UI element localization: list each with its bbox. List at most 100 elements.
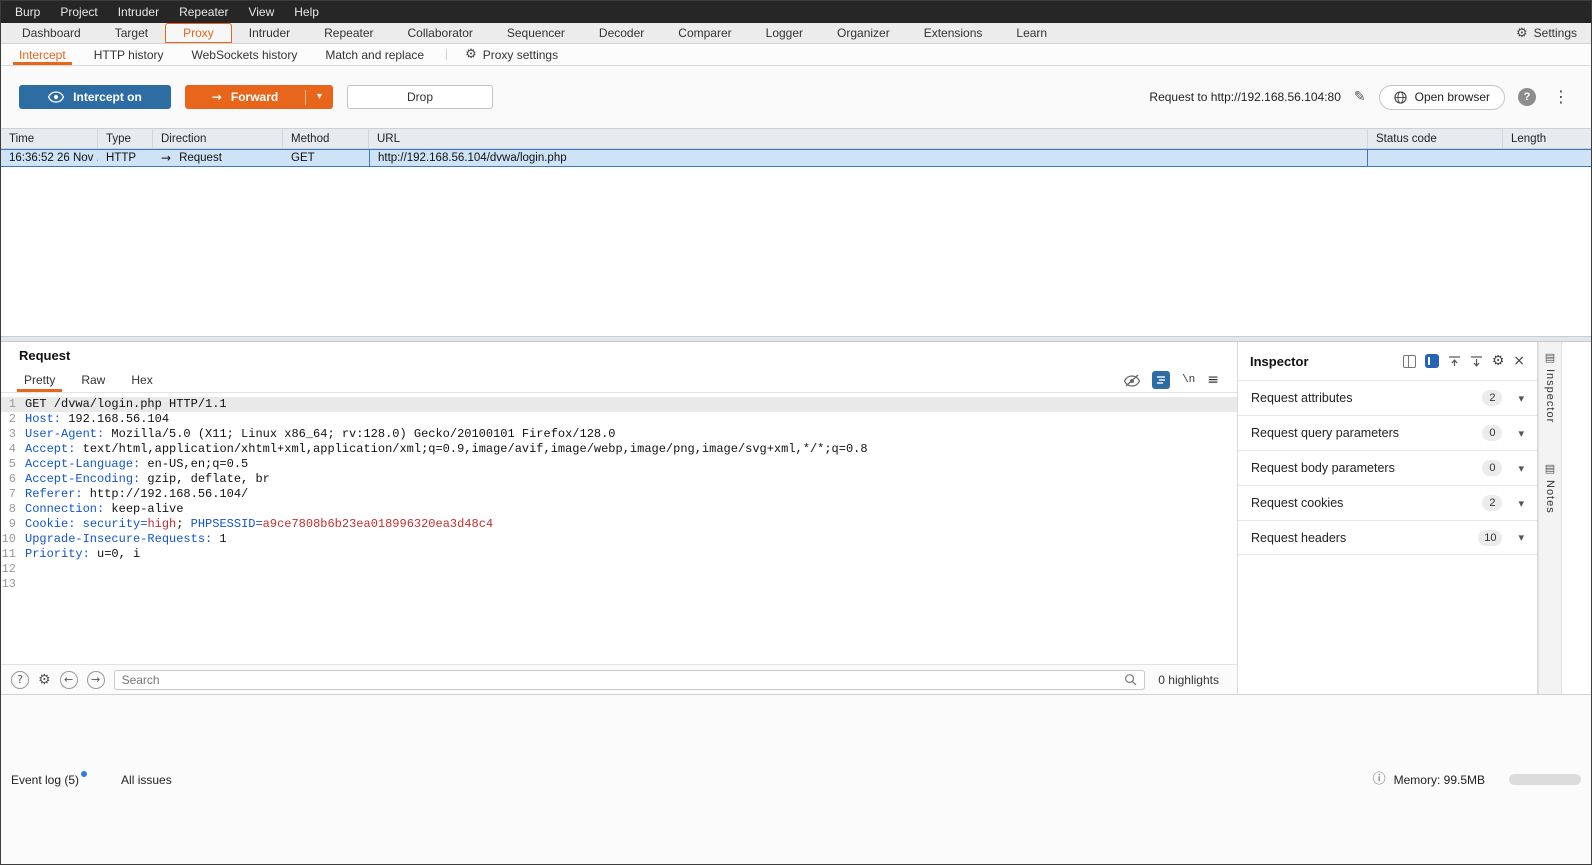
column-header-type[interactable]: Type [98,129,153,148]
tab-collaborator[interactable]: Collaborator [391,23,490,43]
editor-tab-hex[interactable]: Hex [118,368,165,392]
chevron-down-icon: ▾ [1518,428,1524,439]
prev-match-icon[interactable]: ← [60,671,78,689]
inspector-row-request-body-parameters[interactable]: Request body parameters0▾ [1238,450,1537,485]
notification-dot [81,771,87,777]
side-tab-inspector[interactable]: ▤Inspector [1544,352,1556,423]
column-header-method[interactable]: Method [283,129,369,148]
editor-line[interactable]: 4Accept: text/html,application/xhtml+xml… [1,442,1237,457]
editor-tab-raw[interactable]: Raw [68,368,118,392]
forward-button[interactable]: → Forward ▾ [185,85,333,109]
column-header-length[interactable]: Length [1503,129,1591,148]
tab-proxy[interactable]: Proxy [165,23,232,43]
menu-view[interactable]: View [238,1,284,23]
column-header-direction[interactable]: Direction [153,129,283,148]
line-number: 9 [1,517,25,532]
count-badge: 0 [1482,425,1502,441]
line-number: 8 [1,502,25,517]
tab-repeater[interactable]: Repeater [307,23,390,43]
column-header-status-code[interactable]: Status code [1368,129,1503,148]
editor-line[interactable]: 8Connection: keep-alive [1,502,1237,517]
memory-bar [1509,774,1581,785]
editor-line[interactable]: 10Upgrade-Insecure-Requests: 1 [1,532,1237,547]
more-menu-icon[interactable]: ⋮ [1549,89,1573,105]
line-content: Cookie: security=high; PHPSESSID=a9ce780… [25,517,493,532]
count-badge: 2 [1482,495,1502,511]
column-header-time[interactable]: Time [1,129,98,148]
tab-sequencer[interactable]: Sequencer [490,23,582,43]
line-content: Referer: http://192.168.56.104/ [25,487,248,502]
help-icon[interactable]: ? [1518,88,1536,106]
menu-help[interactable]: Help [284,1,329,23]
editor-line[interactable]: 5Accept-Language: en-US,en;q=0.5 [1,457,1237,472]
compact-view-icon[interactable] [1403,355,1416,368]
menu-project[interactable]: Project [50,1,107,23]
inspector-row-request-query-parameters[interactable]: Request query parameters0▾ [1238,415,1537,450]
request-editor[interactable]: 1GET /dvwa/login.php HTTP/1.12Host: 192.… [1,393,1237,664]
editor-line[interactable]: 3User-Agent: Mozilla/5.0 (X11; Linux x86… [1,427,1237,442]
line-content: User-Agent: Mozilla/5.0 (X11; Linux x86_… [25,427,616,442]
tab-target[interactable]: Target [98,23,165,43]
subtab-intercept[interactable]: Intercept [5,44,80,65]
search-input[interactable] [122,673,1125,687]
wrap-lines-icon[interactable]: ≡ [1207,373,1219,387]
eye-off-icon[interactable] [1124,374,1140,387]
editor-line[interactable]: 1GET /dvwa/login.php HTTP/1.1 [1,397,1237,412]
editor-line[interactable]: 2Host: 192.168.56.104 [1,412,1237,427]
line-content: Accept: text/html,application/xhtml+xml,… [25,442,868,457]
tab-learn[interactable]: Learn [999,23,1064,43]
collapse-all-icon[interactable] [1448,355,1461,368]
expand-all-icon[interactable] [1470,355,1483,368]
intercept-toggle-button[interactable]: Intercept on [19,85,171,109]
search-help-icon[interactable]: ? [11,671,29,689]
request-target-label: Request to http://192.168.56.104:80 [1149,90,1340,104]
tab-comparer[interactable]: Comparer [661,23,748,43]
tab-logger[interactable]: Logger [749,23,820,43]
all-issues-button[interactable]: All issues [121,773,172,787]
cell-url[interactable]: http://192.168.56.104/dvwa/login.php [369,149,1368,167]
settings-button[interactable]: ⚙ Settings [1502,23,1591,43]
editor-line[interactable]: 12 [1,562,1237,577]
side-tab-strip: ▤Inspector ▤Notes [1538,342,1562,694]
drop-button[interactable]: Drop [347,85,493,109]
editor-line[interactable]: 7Referer: http://192.168.56.104/ [1,487,1237,502]
tab-dashboard[interactable]: Dashboard [5,23,98,43]
nonprinting-chars-toggle-icon[interactable]: \n [1182,374,1195,386]
direction-label: Request [179,152,222,164]
side-tab-notes[interactable]: ▤Notes [1544,463,1556,514]
editor-line[interactable]: 13 [1,577,1237,592]
expanded-view-icon[interactable] [1425,354,1439,368]
subtab-websockets-history[interactable]: WebSockets history [178,44,312,65]
tab-organizer[interactable]: Organizer [820,23,907,43]
inspector-row-request-cookies[interactable]: Request cookies2▾ [1238,485,1537,520]
chevron-down-icon[interactable]: ▾ [306,92,333,102]
pretty-print-toggle-icon[interactable] [1152,371,1170,389]
line-number: 12 [1,562,25,577]
menu-burp[interactable]: Burp [5,1,50,23]
menu-repeater[interactable]: Repeater [169,1,238,23]
editor-line[interactable]: 11Priority: u=0, i [1,547,1237,562]
editor-line[interactable]: 6Accept-Encoding: gzip, deflate, br [1,472,1237,487]
inspector-close-icon[interactable]: × [1513,354,1525,368]
tab-intruder[interactable]: Intruder [232,23,307,43]
event-log-button[interactable]: Event log (5) [11,773,87,787]
tab-extensions[interactable]: Extensions [907,23,1000,43]
subtab-match-and-replace[interactable]: Match and replace [311,44,438,65]
editor-tab-pretty[interactable]: Pretty [11,368,68,392]
menubar: BurpProjectIntruderRepeaterViewHelp [1,1,1591,23]
gear-icon: ⚙ [465,48,477,61]
tab-decoder[interactable]: Decoder [582,23,661,43]
inspector-settings-icon[interactable]: ⚙ [1492,354,1505,368]
search-settings-icon[interactable]: ⚙ [38,673,51,687]
next-match-icon[interactable]: → [87,671,105,689]
inspector-row-request-attributes[interactable]: Request attributes2▾ [1238,380,1537,415]
table-row[interactable]: 16:36:52 26 Nov ...HTTP→RequestGEThttp:/… [1,149,1591,167]
editor-line[interactable]: 9Cookie: security=high; PHPSESSID=a9ce78… [1,517,1237,532]
open-browser-button[interactable]: Open browser [1379,85,1505,110]
subtab-http-history[interactable]: HTTP history [80,44,178,65]
column-header-url[interactable]: URL [369,129,1368,148]
inspector-row-request-headers[interactable]: Request headers10▾ [1238,520,1537,555]
edit-target-icon[interactable]: ✎ [1354,90,1366,104]
proxy-settings-button[interactable]: ⚙ Proxy settings [455,44,568,65]
menu-intruder[interactable]: Intruder [108,1,169,23]
